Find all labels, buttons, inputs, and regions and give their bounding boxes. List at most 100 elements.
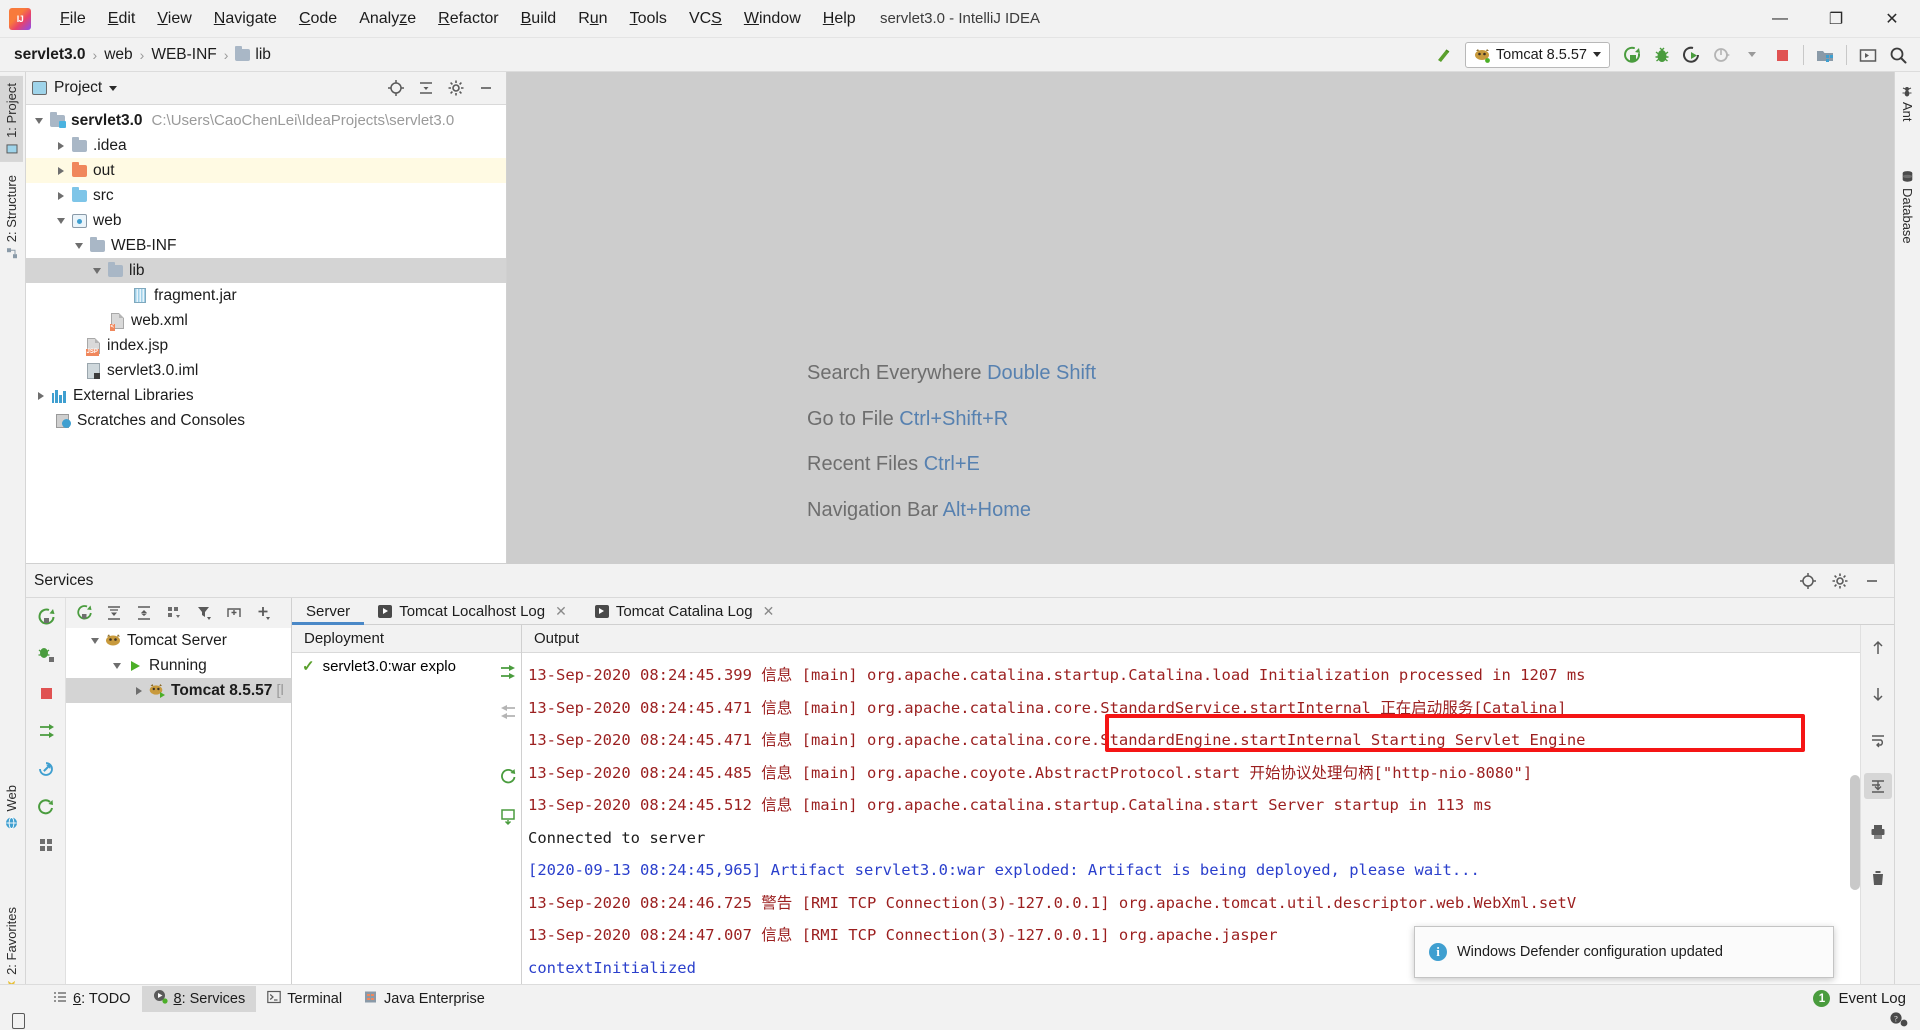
breadcrumb-item-web[interactable]: web [100, 44, 136, 66]
tab-tomcat-localhost-log[interactable]: Tomcat Localhost Log ✕ [364, 598, 581, 624]
trash-icon[interactable] [1864, 865, 1892, 891]
rerun-icon[interactable] [70, 600, 98, 626]
run-configuration-selector[interactable]: Tomcat 8.5.57 [1464, 41, 1610, 68]
tree-item-webinf[interactable]: WEB-INF [26, 233, 506, 258]
minimize-button[interactable]: — [1752, 0, 1808, 38]
menu-help[interactable]: Help [812, 6, 867, 32]
close-icon[interactable]: ✕ [555, 603, 567, 620]
soft-wrap-icon[interactable] [1864, 727, 1892, 753]
tree-item-out[interactable]: out [26, 158, 506, 183]
redeploy-icon[interactable] [32, 718, 60, 744]
update-icon[interactable] [32, 756, 60, 782]
expand-all-icon[interactable] [100, 600, 128, 626]
run-with-coverage-icon[interactable] [1678, 42, 1706, 68]
expand-arrow-icon[interactable] [52, 141, 70, 150]
tree-item-external-libraries[interactable]: External Libraries [26, 383, 506, 408]
project-panel-title[interactable]: Project [32, 79, 118, 97]
services-tree-item-tomcat-8557[interactable]: Tomcat 8.5.57 [l [66, 678, 291, 703]
breadcrumb-item-lib[interactable]: lib [231, 44, 275, 66]
add-icon[interactable] [250, 600, 278, 626]
menu-analyze[interactable]: Analyze [348, 6, 427, 32]
memory-indicator-icon[interactable] [12, 1013, 25, 1029]
expand-arrow-icon[interactable] [70, 242, 88, 249]
grid-icon[interactable] [32, 832, 60, 858]
tree-item-idea[interactable]: .idea [26, 133, 506, 158]
debug-icon[interactable] [1648, 42, 1676, 68]
deployment-item[interactable]: ✓ servlet3.0:war explo [292, 653, 521, 679]
run-icon[interactable] [1618, 42, 1646, 68]
deploy-icon[interactable] [494, 659, 522, 685]
tree-item-servlet30[interactable]: servlet3.0 C:\Users\CaoChenLei\IdeaProje… [26, 108, 506, 133]
tree-item-lib[interactable]: lib [26, 258, 506, 283]
expand-arrow-icon[interactable] [32, 391, 50, 400]
locate-target-icon[interactable] [382, 75, 410, 101]
filter-icon[interactable] [190, 600, 218, 626]
output-scrollbar[interactable] [1850, 775, 1860, 890]
add-tab-icon[interactable] [220, 600, 248, 626]
menu-code[interactable]: Code [288, 6, 348, 32]
settings-gear-icon[interactable] [1826, 568, 1854, 594]
bottom-tab-services[interactable]: 8: Services [141, 985, 257, 1012]
chevron-down-icon[interactable] [1738, 42, 1766, 68]
tree-item-web[interactable]: web [26, 208, 506, 233]
stop-icon[interactable] [1768, 42, 1796, 68]
stop-icon[interactable] [32, 680, 60, 706]
expand-arrow-icon[interactable] [52, 217, 70, 224]
sidebar-item-structure[interactable]: 2: Structure [0, 168, 23, 266]
connect-icon[interactable] [32, 642, 60, 668]
menu-window[interactable]: Window [733, 6, 812, 32]
help-settings-icon[interactable]: ? [1888, 1011, 1908, 1030]
scroll-up-icon[interactable] [1864, 635, 1892, 661]
close-button[interactable]: ✕ [1864, 0, 1920, 38]
group-icon[interactable] [160, 600, 188, 626]
profile-icon[interactable] [1708, 42, 1736, 68]
services-tree-item-running[interactable]: Running [66, 653, 291, 678]
menu-vcs[interactable]: VCS [678, 6, 733, 32]
expand-arrow-icon[interactable] [88, 267, 106, 274]
maximize-button[interactable]: ❐ [1808, 0, 1864, 38]
close-icon[interactable]: ✕ [763, 603, 775, 620]
bottom-tab-terminal[interactable]: Terminal [256, 986, 353, 1012]
project-structure-icon[interactable] [1811, 42, 1839, 68]
expand-arrow-icon[interactable] [86, 637, 104, 644]
menu-build[interactable]: Build [510, 6, 568, 32]
tree-item-scratches-and-consoles[interactable]: Scratches and Consoles [26, 408, 506, 433]
terminal-icon[interactable] [1854, 42, 1882, 68]
tree-item-fragmentjar[interactable]: fragment.jar [26, 283, 506, 308]
services-tree-item-tomcat-server[interactable]: Tomcat Server [66, 628, 291, 653]
locate-target-icon[interactable] [1794, 568, 1822, 594]
expand-arrow-icon[interactable] [52, 166, 70, 175]
tab-server[interactable]: Server [292, 598, 365, 625]
bottom-tab-todo[interactable]: 6: TODO [42, 986, 142, 1012]
hide-panel-icon[interactable] [472, 75, 500, 101]
breadcrumb-item-webinf[interactable]: WEB-INF [147, 44, 220, 66]
sidebar-item-ant[interactable]: Ant [1896, 78, 1919, 129]
bottom-tab-java-enterprise[interactable]: Java Enterprise [353, 986, 496, 1012]
scroll-down-icon[interactable] [1864, 681, 1892, 707]
menu-navigate[interactable]: Navigate [203, 6, 288, 32]
menu-file[interactable]: File [49, 6, 97, 32]
menu-view[interactable]: View [146, 6, 202, 32]
sidebar-item-database[interactable]: Database [1896, 163, 1919, 251]
expand-arrow-icon[interactable] [108, 662, 126, 669]
hide-panel-icon[interactable] [1858, 568, 1886, 594]
update-resources-icon[interactable] [494, 803, 522, 829]
breadcrumb-item-servlet30[interactable]: servlet3.0 [10, 44, 90, 66]
menu-edit[interactable]: Edit [97, 6, 147, 32]
tree-item-servlet30iml[interactable]: servlet3.0.iml [26, 358, 506, 383]
expand-arrow-icon[interactable] [130, 686, 148, 695]
settings-gear-icon[interactable] [442, 75, 470, 101]
collapse-all-icon[interactable] [412, 75, 440, 101]
menu-refactor[interactable]: Refactor [427, 6, 509, 32]
rerun-icon[interactable] [32, 604, 60, 630]
print-icon[interactable] [1864, 819, 1892, 845]
tree-item-webxml[interactable]: < web.xml [26, 308, 506, 333]
menu-run[interactable]: Run [567, 6, 618, 32]
tree-item-src[interactable]: src [26, 183, 506, 208]
menu-tools[interactable]: Tools [619, 6, 678, 32]
sidebar-item-project[interactable]: 1: Project [0, 76, 23, 162]
undeploy-icon[interactable] [494, 699, 522, 725]
tab-tomcat-catalina-log[interactable]: Tomcat Catalina Log ✕ [581, 598, 788, 624]
hammer-build-icon[interactable] [1429, 42, 1457, 68]
sidebar-item-web[interactable]: Web [0, 778, 23, 837]
